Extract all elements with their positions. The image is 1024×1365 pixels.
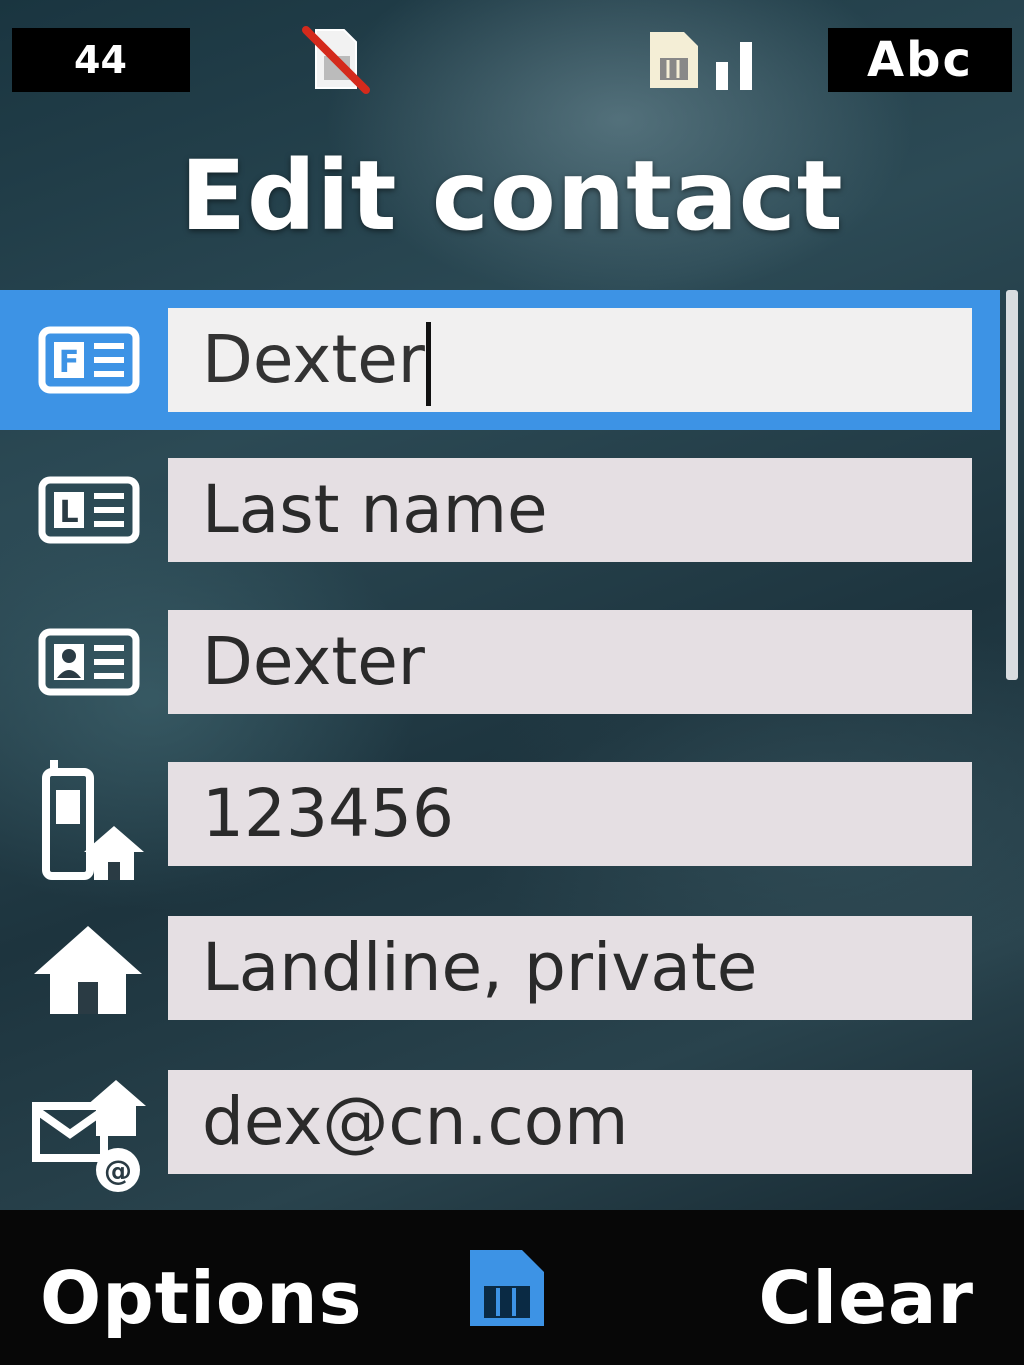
landline-field[interactable]: Landline, private [168,916,972,1020]
mobile-number-row[interactable]: 123456 [0,744,1000,884]
clear-softkey[interactable]: Clear [759,1256,974,1340]
mobile-number-field[interactable]: 123456 [168,762,972,866]
status-bar: 44 Abc [0,0,1024,112]
email-row[interactable]: @ dex@cn.com [0,1052,1000,1192]
last-name-row[interactable]: L Last name [0,440,1000,580]
options-softkey[interactable]: Options [40,1256,362,1340]
display-name-card-icon [38,628,140,696]
svg-text:F: F [59,345,80,380]
scrollbar[interactable] [1006,290,1018,680]
first-name-value: Dexter [202,321,425,398]
status-indicator: 44 [12,28,190,92]
input-mode-indicator: Abc [828,28,1012,92]
svg-text:L: L [59,495,78,530]
landline-row[interactable]: Landline, private [0,898,1000,1038]
sim-card-icon [650,32,698,88]
email-field[interactable]: dex@cn.com [168,1070,972,1174]
email-home-icon: @ [32,1080,146,1192]
first-name-row[interactable]: F Dexter [0,290,1000,430]
page-title: Edit contact [180,140,844,252]
svg-text:@: @ [104,1154,132,1187]
home-icon [34,926,142,1014]
signal-icon [716,42,752,90]
last-name-card-icon: L [38,476,140,544]
first-name-field[interactable]: Dexter [168,308,972,412]
sim-card-icon[interactable] [464,1244,550,1332]
mobile-home-icon [42,760,144,880]
last-name-field[interactable]: Last name [168,458,972,562]
no-memory-card-icon [302,26,370,94]
first-name-card-icon: F [38,326,140,394]
display-name-row[interactable]: Dexter [0,592,1000,732]
display-name-field[interactable]: Dexter [168,610,972,714]
text-cursor [425,321,431,406]
